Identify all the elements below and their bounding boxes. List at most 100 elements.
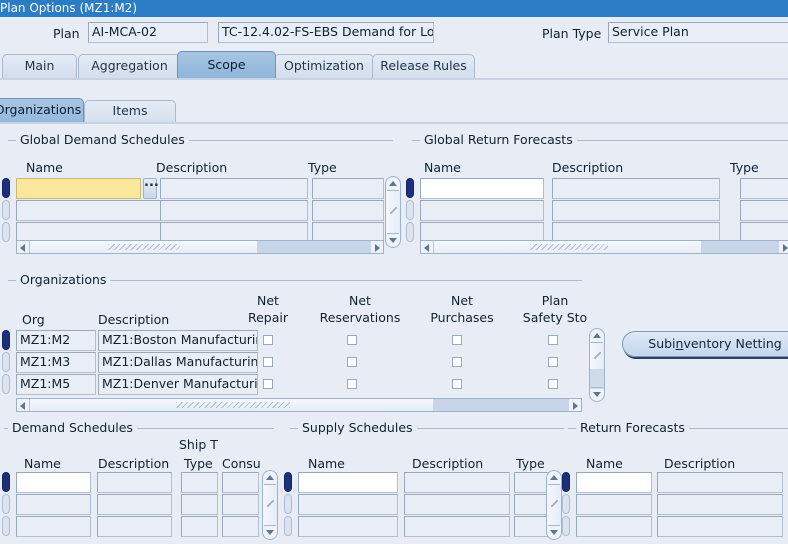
subtab-organizations[interactable]: Organizations xyxy=(0,98,84,122)
org-code-field-row3[interactable]: MZ1:M5 xyxy=(16,374,96,395)
org-description-field-row3[interactable]: MZ1:Denver Manufacturing xyxy=(98,374,258,395)
plan-type-field[interactable]: Service Plan xyxy=(608,22,788,43)
org-net-purchases-checkbox-row3[interactable] xyxy=(452,379,462,389)
tab-aggregation[interactable]: Aggregation xyxy=(78,54,181,78)
grf-description-field-row2[interactable] xyxy=(552,200,720,221)
ss-vscroll-up-arrow-icon[interactable] xyxy=(547,471,561,484)
grf-record-indicator-row3[interactable] xyxy=(406,222,414,242)
ds-description-field-row2[interactable] xyxy=(97,494,172,515)
ss-description-field-row1[interactable] xyxy=(404,472,510,493)
ds-vscroll-thumb[interactable] xyxy=(263,485,277,525)
grf-record-indicator-row2[interactable] xyxy=(406,200,414,220)
org-net-reservations-checkbox-row2[interactable] xyxy=(347,357,357,367)
rf-description-field-row3[interactable] xyxy=(657,516,783,537)
grf-name-field-row2[interactable] xyxy=(420,200,544,221)
rf-name-field-row3[interactable] xyxy=(576,516,652,537)
org-vscroll-down-arrow-icon[interactable] xyxy=(590,388,604,401)
grf-hscroll-right-arrow-icon[interactable] xyxy=(779,241,788,253)
org-hscroll-left-arrow-icon[interactable] xyxy=(17,399,29,411)
ds-record-indicator-row2[interactable] xyxy=(2,494,10,514)
ss-vscroll-down-arrow-icon[interactable] xyxy=(547,526,561,539)
gds-name-field-row1[interactable] xyxy=(16,178,141,199)
org-horizontal-scrollbar[interactable] xyxy=(16,398,582,412)
org-net-repair-checkbox-row2[interactable] xyxy=(263,357,273,367)
gds-hscroll-left-arrow-icon[interactable] xyxy=(17,241,29,253)
org-code-field-row1[interactable]: MZ1:M2 xyxy=(16,330,96,351)
ds-ship-to-field-row2[interactable] xyxy=(222,494,259,515)
grf-description-field-row1[interactable] xyxy=(552,178,720,199)
gds-vertical-scrollbar[interactable] xyxy=(385,176,401,248)
org-record-indicator-row2[interactable] xyxy=(2,352,10,372)
grf-horizontal-scrollbar[interactable] xyxy=(420,240,788,254)
org-description-field-row2[interactable]: MZ1:Dallas Manufacturing xyxy=(98,352,258,373)
org-description-field-row1[interactable]: MZ1:Boston Manufacturing xyxy=(98,330,258,351)
ds-description-field-row1[interactable] xyxy=(97,472,172,493)
gds-description-field-row1[interactable] xyxy=(160,178,308,199)
grf-type-field-row2[interactable] xyxy=(740,200,788,221)
gds-description-field-row2[interactable] xyxy=(160,200,308,221)
gds-record-indicator-row3[interactable] xyxy=(2,222,10,242)
gds-type-field-row2[interactable] xyxy=(312,200,384,221)
org-vertical-scrollbar[interactable] xyxy=(589,328,605,402)
plan-description-field[interactable]: TC-12.4.02-FS-EBS Demand for Low xyxy=(218,22,434,43)
gds-record-indicator-row2[interactable] xyxy=(2,200,10,220)
rf-name-field-row1[interactable] xyxy=(576,472,652,493)
grf-hscroll-thumb[interactable] xyxy=(433,241,703,253)
org-net-purchases-checkbox-row1[interactable] xyxy=(452,335,462,345)
gds-record-indicator[interactable] xyxy=(2,178,10,198)
ss-description-field-row2[interactable] xyxy=(404,494,510,515)
rf-record-indicator-row1[interactable] xyxy=(562,472,570,492)
ss-record-indicator-row3[interactable] xyxy=(284,516,292,536)
grf-record-indicator[interactable] xyxy=(406,178,414,198)
gds-vscroll-up-arrow-icon[interactable] xyxy=(386,177,400,190)
ss-record-indicator-row1[interactable] xyxy=(284,472,292,492)
ds-type-field-row3[interactable] xyxy=(181,516,218,537)
gds-hscroll-right-arrow-icon[interactable] xyxy=(371,241,383,253)
ss-description-field-row3[interactable] xyxy=(404,516,510,537)
org-vscroll-track[interactable] xyxy=(590,369,604,389)
ds-name-field-row1[interactable] xyxy=(16,472,91,493)
plan-code-field[interactable]: AI-MCA-02 xyxy=(88,22,208,43)
ds-ship-to-field-row3[interactable] xyxy=(222,516,259,537)
org-plan-safety-stock-checkbox-row3[interactable] xyxy=(548,379,558,389)
ss-name-field-row3[interactable] xyxy=(298,516,398,537)
org-plan-safety-stock-checkbox-row2[interactable] xyxy=(548,357,558,367)
gds-type-field-row1[interactable] xyxy=(312,178,384,199)
ss-name-field-row1[interactable] xyxy=(298,472,398,493)
ds-name-field-row3[interactable] xyxy=(16,516,91,537)
org-hscroll-thumb[interactable] xyxy=(29,399,435,411)
tab-release-rules[interactable]: Release Rules xyxy=(372,54,475,78)
ss-record-indicator-row2[interactable] xyxy=(284,494,292,514)
subinventory-netting-button[interactable]: Subinventory Netting xyxy=(622,331,788,357)
org-net-reservations-checkbox-row1[interactable] xyxy=(347,335,357,345)
subtab-items[interactable]: Items xyxy=(84,100,176,122)
org-record-indicator-row1[interactable] xyxy=(2,330,10,350)
org-hscroll-right-arrow-icon[interactable] xyxy=(569,399,581,411)
org-net-reservations-checkbox-row3[interactable] xyxy=(347,379,357,389)
org-net-repair-checkbox-row3[interactable] xyxy=(263,379,273,389)
ds-name-field-row2[interactable] xyxy=(16,494,91,515)
gds-vscroll-thumb[interactable] xyxy=(386,191,400,233)
rf-record-indicator-row3[interactable] xyxy=(562,516,570,536)
org-net-purchases-checkbox-row2[interactable] xyxy=(452,357,462,367)
rf-record-indicator-row2[interactable] xyxy=(562,494,570,514)
gds-hscroll-thumb[interactable] xyxy=(29,241,259,253)
tab-scope[interactable]: Scope xyxy=(177,51,276,78)
tab-optimization[interactable]: Optimization xyxy=(274,54,374,78)
gds-horizontal-scrollbar[interactable] xyxy=(16,240,384,254)
ds-type-field-row2[interactable] xyxy=(181,494,218,515)
ss-vertical-scrollbar[interactable] xyxy=(546,470,562,540)
grf-hscroll-track[interactable] xyxy=(701,241,779,253)
rf-description-field-row1[interactable] xyxy=(657,472,783,493)
ds-record-indicator-row1[interactable] xyxy=(2,472,10,492)
org-vscroll-thumb[interactable] xyxy=(590,343,604,369)
ds-description-field-row3[interactable] xyxy=(97,516,172,537)
ds-type-field-row1[interactable] xyxy=(181,472,218,493)
org-vscroll-up-arrow-icon[interactable] xyxy=(590,329,604,342)
grf-hscroll-left-arrow-icon[interactable] xyxy=(421,241,433,253)
gds-name-field-row2[interactable] xyxy=(16,200,163,221)
grf-name-field-row1[interactable] xyxy=(420,178,544,199)
gds-lov-button[interactable]: ... xyxy=(143,176,159,199)
org-record-indicator-row3[interactable] xyxy=(2,374,10,394)
org-net-repair-checkbox-row1[interactable] xyxy=(263,335,273,345)
